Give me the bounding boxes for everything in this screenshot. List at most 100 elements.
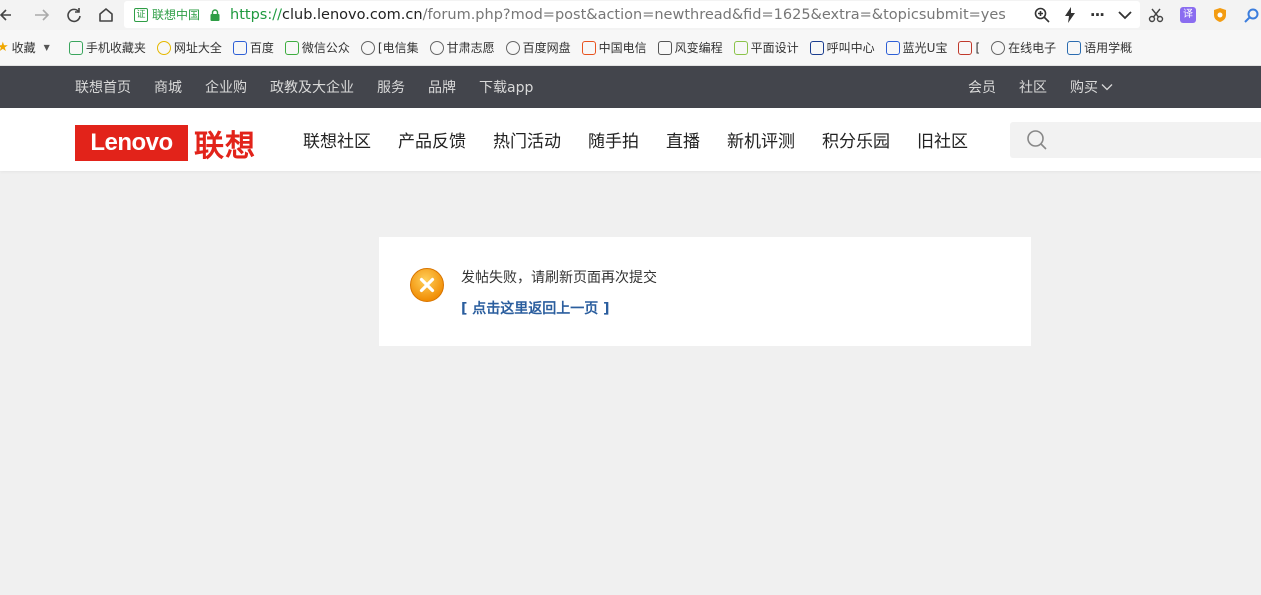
forward-arrow-icon (35, 9, 50, 21)
scissors-icon[interactable] (1148, 7, 1164, 23)
main-nav-item[interactable]: 旧社区 (917, 127, 968, 152)
search-icon[interactable] (1026, 129, 1048, 151)
baidu-paw-icon (232, 40, 247, 55)
site-header: Lenovo 联想 联想社区 产品反馈 热门活动 随手拍 直播 新机评测 积分乐园 旧社区 (0, 108, 1261, 171)
bookmark-item[interactable]: 平面设计 (733, 39, 799, 56)
back-button[interactable] (0, 0, 14, 30)
more-options-icon[interactable]: ··· (1090, 6, 1105, 24)
bookmark-item[interactable]: 百度网盘 (505, 39, 571, 56)
main-nav-item[interactable]: 积分乐园 (822, 127, 890, 152)
bookmark-item[interactable]: 风变编程 (657, 39, 723, 56)
leaf-icon (733, 40, 748, 55)
top-right-links: 会员 社区 购买 (968, 66, 1113, 108)
url-path: /forum.php?mod=post&action=newthread&fid… (422, 6, 1006, 23)
top-right-link[interactable]: 购买 (1070, 77, 1098, 97)
bookmark-label: 语用学概 (1084, 41, 1133, 55)
home-button[interactable] (90, 0, 122, 30)
top-link[interactable]: 下载app (479, 77, 533, 97)
reload-icon (67, 8, 81, 23)
bookmark-label: 风变编程 (674, 41, 723, 55)
bookmark-item[interactable]: 百度 (232, 39, 274, 56)
bookmark-label: [ (975, 40, 981, 55)
main-nav: 联想社区 产品反馈 热门活动 随手拍 直播 新机评测 积分乐园 旧社区 (303, 108, 995, 171)
translate-icon[interactable]: 译 (1180, 7, 1196, 23)
top-link[interactable]: 服务 (377, 77, 405, 97)
bookmark-label: 网址大全 (173, 41, 222, 55)
globe-icon (429, 40, 444, 55)
reload-button[interactable] (58, 0, 90, 30)
back-to-previous-link[interactable]: [ 点击这里返回上一页 ] (461, 298, 610, 318)
main-nav-item[interactable]: 产品反馈 (398, 127, 466, 152)
top-link[interactable]: 品牌 (428, 77, 456, 97)
globe-icon (360, 40, 375, 55)
fengbian-icon (657, 40, 672, 55)
bookmark-item[interactable]: 中国电信 (581, 39, 647, 56)
certificate-badge[interactable]: 证 联想中国 (134, 6, 200, 23)
bookmark-label: [电信集 (377, 41, 419, 55)
main-nav-item[interactable]: 新机评测 (727, 127, 795, 152)
top-right-link[interactable]: 会员 (968, 77, 996, 97)
shield-icon[interactable] (1212, 7, 1228, 23)
bookmark-list: 手机收藏夹 网址大全 百度 微信公众 [电信集 甘肃志愿 百度网盘 中国电信 风变编程 平面设计 呼… (68, 39, 1143, 56)
bookmark-label: 呼叫中心 (826, 41, 875, 55)
forward-button[interactable] (26, 0, 58, 30)
main-nav-item[interactable]: 热门活动 (493, 127, 561, 152)
top-link[interactable]: 商城 (154, 77, 182, 97)
bookmark-item[interactable]: 网址大全 (156, 39, 222, 56)
bookmark-item[interactable]: [ (958, 40, 981, 55)
logo-chinese: 联想 (194, 129, 256, 164)
main-nav-item[interactable]: 联想社区 (303, 127, 371, 152)
chevron-down-icon[interactable] (1118, 10, 1132, 20)
bookmark-item[interactable]: 呼叫中心 (809, 39, 875, 56)
top-link[interactable]: 企业购 (205, 77, 247, 97)
cti-icon (809, 40, 824, 55)
bookmark-item[interactable]: 蓝光U宝 (885, 39, 948, 56)
search-input[interactable] (1056, 122, 1256, 158)
star-icon: ★ (0, 40, 9, 55)
baidu-paw-icon (885, 40, 900, 55)
bookmark-item[interactable]: 语用学概 (1067, 39, 1132, 56)
chevron-down-icon[interactable] (1101, 83, 1113, 91)
favorites-button[interactable]: ★ 收藏 ▼ (0, 39, 58, 56)
wechat-icon (284, 40, 299, 55)
certificate-label: 联想中国 (152, 8, 201, 22)
bookmark-label: 平面设计 (750, 41, 799, 55)
search-box (1010, 122, 1261, 158)
e-logo-icon (958, 40, 973, 55)
home-icon (99, 8, 113, 22)
bookmark-item[interactable]: 在线电子 (991, 39, 1056, 56)
top-link[interactable]: 政教及大企业 (270, 77, 354, 97)
address-bar-actions: ··· (1034, 1, 1132, 28)
phone-icon (68, 40, 83, 55)
bookmark-item[interactable]: 甘肃志愿 (429, 39, 495, 56)
bookmark-label: 百度网盘 (522, 41, 571, 55)
address-bar[interactable]: 证 联想中国 https://club.lenovo.com.cn/forum.… (124, 1, 1140, 28)
bookmark-item[interactable]: 微信公众 (284, 39, 350, 56)
top-right-link[interactable]: 社区 (1019, 77, 1047, 97)
lightning-icon[interactable] (1064, 6, 1076, 23)
bookmark-label: 手机收藏夹 (85, 41, 146, 55)
main-nav-item[interactable]: 直播 (666, 127, 700, 152)
url-text: https://club.lenovo.com.cn/forum.php?mod… (230, 7, 1006, 23)
error-icon (410, 268, 444, 302)
bookmark-item[interactable]: [电信集 (360, 39, 419, 56)
back-arrow-icon (0, 9, 11, 21)
bookmark-label: 中国电信 (598, 41, 647, 55)
bookmark-label: 甘肃志愿 (446, 41, 495, 55)
bookmark-label: 蓝光U宝 (902, 41, 948, 55)
bookmark-item[interactable]: 手机收藏夹 (68, 39, 146, 56)
main-nav-item[interactable]: 随手拍 (588, 127, 639, 152)
logo-wordmark: Lenovo (75, 125, 188, 161)
browser-toolbar: 证 联想中国 https://club.lenovo.com.cn/forum.… (0, 0, 1261, 30)
zoom-icon[interactable] (1034, 7, 1050, 23)
search-extension-icon[interactable] (1244, 7, 1260, 23)
globe-icon (505, 40, 520, 55)
caret-down-icon[interactable]: ▼ (44, 43, 50, 52)
site-top-bar: 联想首页 商城 企业购 政教及大企业 服务 品牌 下载app 会员 社区 购买 (0, 66, 1261, 108)
top-link[interactable]: 联想首页 (75, 77, 131, 97)
china-telecom-icon (581, 40, 596, 55)
lenovo-logo[interactable]: Lenovo 联想 (75, 121, 256, 165)
globe-yellow-icon (156, 40, 171, 55)
url-scheme: https:// (230, 6, 282, 23)
bookmark-label: 微信公众 (301, 41, 350, 55)
